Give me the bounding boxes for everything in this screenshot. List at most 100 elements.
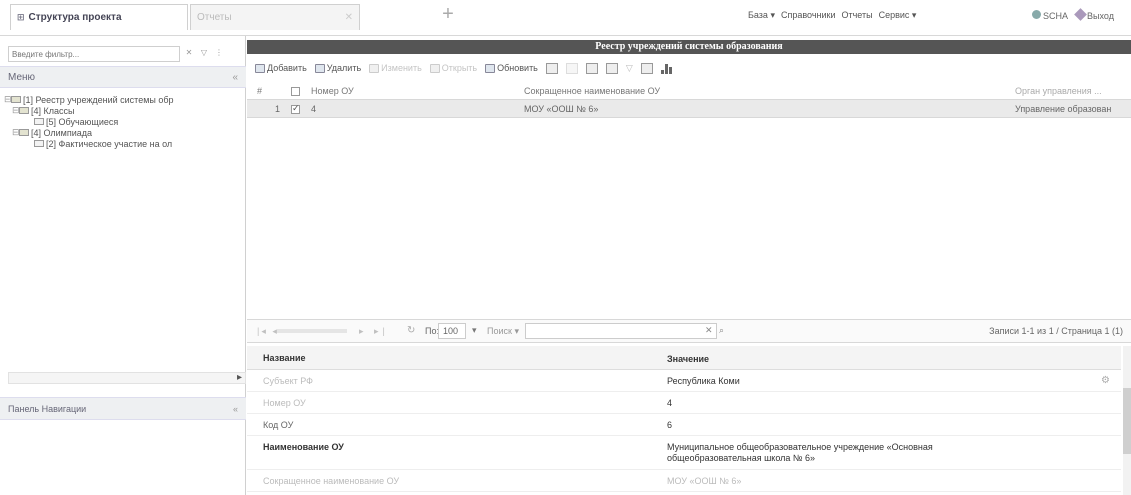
- tree-item[interactable]: [5] Обучающиеся: [4, 116, 244, 127]
- properties-header: Название Значение: [247, 346, 1121, 370]
- main-area: Реестр учреждений системы образования До…: [247, 36, 1131, 495]
- exit-icon: [1074, 8, 1087, 21]
- property-value: 6: [667, 420, 673, 430]
- page-slider[interactable]: [277, 329, 347, 333]
- collapse-toggle-icon[interactable]: ⊟: [12, 127, 20, 138]
- scroll-right-icon[interactable]: ▸: [237, 372, 242, 383]
- import-icon[interactable]: [565, 62, 578, 74]
- property-name: Наименование ОУ: [263, 442, 344, 452]
- table-icon: [34, 118, 44, 125]
- tab-label: Структура проекта: [28, 12, 122, 23]
- delete-icon: [314, 63, 325, 73]
- col-header-ou-number[interactable]: Номер ОУ: [311, 86, 354, 96]
- tree-item[interactable]: [2] Фактическое участие на ол: [4, 138, 244, 149]
- filter-icon[interactable]: ▽: [198, 46, 210, 60]
- first-page-icon[interactable]: |◂ ◂: [257, 326, 279, 337]
- filter-options-icon[interactable]: ⋮: [213, 46, 225, 60]
- edit-button[interactable]: Изменить: [369, 63, 422, 73]
- grid-toolbar: Добавить Удалить Изменить Открыть Обнови…: [255, 58, 672, 78]
- filter-icon[interactable]: ▽: [626, 63, 633, 74]
- chart-icon[interactable]: [660, 63, 672, 74]
- menu-item-base[interactable]: База ▾: [748, 10, 775, 21]
- row-number: 1: [275, 104, 281, 114]
- print-icon[interactable]: [585, 62, 598, 74]
- delete-button[interactable]: Удалить: [314, 63, 361, 73]
- menu-title: Меню: [8, 71, 36, 83]
- gear-icon[interactable]: ⚙: [1101, 375, 1110, 386]
- col-header-num: #: [257, 86, 263, 96]
- table-row[interactable]: 1 4 МОУ «ООШ № 6» Управление образован: [247, 100, 1131, 118]
- properties-panel: Название Значение Субъект РФ Республика …: [247, 346, 1121, 495]
- property-row[interactable]: Номер ОУ 4: [247, 392, 1121, 414]
- search-icon[interactable]: ⌕: [719, 325, 724, 336]
- user-button[interactable]: SCHA: [1032, 10, 1068, 21]
- chevron-down-icon[interactable]: ▾: [472, 325, 477, 336]
- menu-item-references[interactable]: Справочники: [781, 10, 836, 21]
- add-button[interactable]: Добавить: [255, 63, 307, 73]
- property-row[interactable]: Код ОУ 6: [247, 414, 1121, 436]
- collapse-toggle-icon[interactable]: ⊟: [4, 94, 12, 105]
- clear-filter-icon[interactable]: ✕: [183, 46, 195, 60]
- vertical-scrollbar[interactable]: [1123, 346, 1131, 495]
- property-value: Муниципальное общеобразовательное учрежд…: [667, 442, 933, 463]
- col-header-value: Значение: [667, 354, 710, 364]
- tab-project-structure[interactable]: ⊞ Структура проекта: [10, 4, 188, 30]
- grid-header: # Номер ОУ Сокращенное наименование ОУ О…: [247, 82, 1131, 100]
- top-menu: База ▾ Справочники Отчеты Сервис ▾: [748, 10, 916, 21]
- property-row[interactable]: Наименование ОУ Муниципальное общеобразо…: [247, 436, 1121, 470]
- menu-item-service[interactable]: Сервис ▾: [879, 10, 917, 21]
- property-value: МОУ «ООШ № 6»: [667, 476, 742, 486]
- col-header-short-name[interactable]: Сокращенное наименование ОУ: [524, 86, 660, 96]
- records-info: Записи 1-1 из 1 / Страница 1 (1): [989, 326, 1123, 336]
- collapse-toggle-icon[interactable]: ⊟: [12, 105, 20, 116]
- property-name: Номер ОУ: [263, 398, 306, 408]
- folder-icon: [11, 96, 21, 103]
- table-icon: [34, 140, 44, 147]
- search-input[interactable]: [525, 323, 717, 339]
- tree-item[interactable]: ⊟ [4] Классы: [4, 105, 244, 116]
- pager: |◂ ◂ ▸ ▸| ↻ По: 100 ▾ Поиск ▾ ✕ ⌕ Записи…: [247, 319, 1131, 343]
- add-icon: [255, 63, 265, 73]
- registry-grid: # Номер ОУ Сокращенное наименование ОУ О…: [247, 82, 1131, 118]
- navigation-panel-header: Панель Навигации «: [0, 397, 246, 420]
- collapse-icon[interactable]: «: [232, 72, 238, 83]
- tree-item[interactable]: ⊟ [1] Реестр учреждений системы обр: [4, 94, 244, 105]
- left-panel: ✕ ▽ ⋮ Меню « ⊟ [1] Реестр учреждений сис…: [0, 36, 246, 495]
- registry-title: Реестр учреждений системы образования: [247, 40, 1131, 54]
- select-all-checkbox[interactable]: [291, 86, 300, 97]
- save-icon[interactable]: [605, 62, 618, 74]
- refresh-icon[interactable]: ↻: [407, 325, 415, 336]
- per-page-label: По:: [425, 326, 439, 336]
- filter-row: ✕ ▽ ⋮: [8, 46, 238, 62]
- add-tab-button[interactable]: +: [437, 3, 459, 25]
- menu-tree: ⊟ [1] Реестр учреждений системы обр ⊟ [4…: [4, 94, 244, 149]
- filter-input[interactable]: [8, 46, 180, 62]
- export-icon[interactable]: [545, 62, 558, 74]
- refresh-icon: [485, 63, 496, 73]
- clear-search-icon[interactable]: ✕: [705, 325, 713, 336]
- refresh-button[interactable]: Обновить: [485, 63, 538, 73]
- property-name: Код ОУ: [263, 420, 294, 430]
- search-mode-button[interactable]: Поиск ▾: [487, 326, 519, 337]
- settings-icon[interactable]: [640, 62, 653, 74]
- scroll-thumb[interactable]: [1123, 388, 1131, 454]
- menu-item-reports[interactable]: Отчеты: [842, 10, 873, 21]
- collapse-icon[interactable]: «: [233, 404, 238, 414]
- cell-short-name: МОУ «ООШ № 6»: [524, 104, 599, 114]
- tree-item[interactable]: ⊟ [4] Олимпиада: [4, 127, 244, 138]
- row-checkbox[interactable]: [291, 103, 300, 115]
- col-header-org[interactable]: Орган управления ...: [1015, 86, 1102, 96]
- tab-reports[interactable]: Отчеты ✕: [190, 4, 360, 30]
- property-row[interactable]: Субъект РФ Республика Коми: [247, 370, 1121, 392]
- view-icon: [429, 63, 440, 73]
- close-icon[interactable]: ✕: [345, 12, 353, 23]
- property-value: 4: [667, 398, 673, 408]
- view-button[interactable]: Открыть: [429, 63, 477, 73]
- horizontal-scrollbar[interactable]: ▸: [8, 372, 246, 384]
- edit-icon: [369, 63, 380, 73]
- next-page-icon[interactable]: ▸ ▸|: [359, 326, 389, 337]
- property-row[interactable]: Сокращенное наименование ОУ МОУ «ООШ № 6…: [247, 470, 1121, 492]
- folder-icon: [19, 129, 29, 136]
- per-page-select[interactable]: 100: [438, 323, 466, 339]
- logout-button[interactable]: Выход: [1074, 8, 1114, 21]
